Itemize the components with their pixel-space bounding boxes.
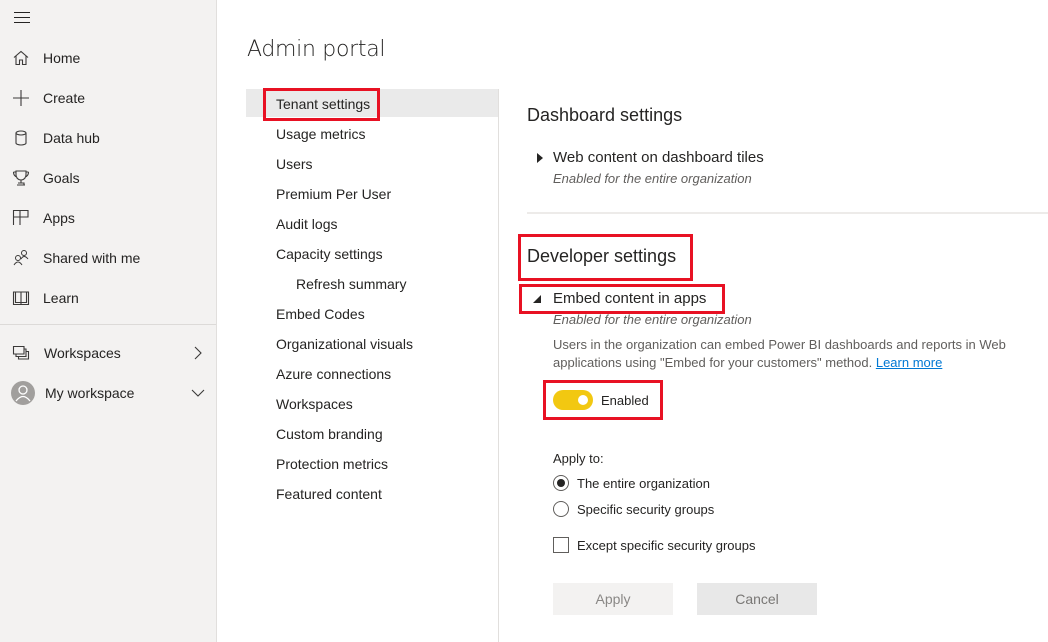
nav-item-data-hub[interactable]: Data hub <box>0 118 216 158</box>
caret-down-icon <box>533 295 541 303</box>
workspaces-icon <box>12 345 30 360</box>
admin-menu-item-workspaces[interactable]: Workspaces <box>246 389 498 419</box>
nav-item-shared-with-me[interactable]: Shared with me <box>0 238 216 278</box>
admin-menu-item-custom-branding[interactable]: Custom branding <box>246 419 498 449</box>
menu-label: Premium Per User <box>276 186 392 202</box>
plus-icon <box>13 90 29 106</box>
developer-settings-title: Developer settings <box>527 246 677 266</box>
enabled-toggle[interactable] <box>553 390 593 410</box>
setting-status: Enabled for the entire organization <box>553 171 752 186</box>
admin-menu-item-azure-connections[interactable]: Azure connections <box>246 359 498 389</box>
menu-label: Capacity settings <box>276 246 383 262</box>
admin-menu-item-usage-metrics[interactable]: Usage metrics <box>246 119 498 149</box>
nav-label: Learn <box>43 290 79 306</box>
admin-menu-item-premium-per-user[interactable]: Premium Per User <box>246 179 498 209</box>
nav-label: Goals <box>43 170 80 186</box>
nav-item-learn[interactable]: Learn <box>0 278 216 318</box>
setting-description: Users in the organization can embed Powe… <box>553 336 1043 372</box>
nav-label: Create <box>43 90 86 106</box>
menu-label: Custom branding <box>276 426 383 442</box>
nav-item-my-workspace[interactable]: My workspace <box>0 373 216 413</box>
apply-button[interactable]: Apply <box>553 583 673 615</box>
admin-menu-item-protection-metrics[interactable]: Protection metrics <box>246 449 498 479</box>
setting-title: Embed content in apps <box>553 290 707 307</box>
section-divider <box>527 212 1048 214</box>
radio-specific-security-groups[interactable] <box>553 501 569 517</box>
option-label: The entire organization <box>577 476 710 491</box>
checkbox-except-specific-security-groups[interactable] <box>553 537 569 553</box>
apps-icon <box>12 209 29 225</box>
admin-menu: Tenant settings Usage metrics Users Prem… <box>246 89 499 642</box>
avatar-icon <box>11 381 35 405</box>
page-title: Admin portal <box>247 37 386 62</box>
option-label: Except specific security groups <box>577 538 756 553</box>
menu-label: Azure connections <box>276 366 392 382</box>
menu-label: Users <box>276 156 313 172</box>
setting-web-content-on-dashboard-tiles[interactable]: Web content on dashboard tiles Enabled f… <box>535 149 835 189</box>
radio-entire-organization[interactable] <box>553 475 569 491</box>
learn-more-link[interactable]: Learn more <box>876 355 942 370</box>
chevron-right-icon[interactable] <box>190 345 206 361</box>
admin-menu-item-refresh-summary[interactable]: Refresh summary <box>246 269 498 299</box>
apply-to-label: Apply to: <box>553 451 604 466</box>
dashboard-settings-title: Dashboard settings <box>527 105 683 125</box>
cancel-button[interactable]: Cancel <box>697 583 817 615</box>
nav-item-workspaces[interactable]: Workspaces <box>0 333 216 373</box>
setting-title: Web content on dashboard tiles <box>553 149 764 166</box>
toggle-label: Enabled <box>601 393 649 408</box>
tenant-settings-content: Dashboard settings Web content on dashbo… <box>500 89 1048 642</box>
database-icon <box>15 130 27 146</box>
book-icon <box>12 291 30 306</box>
toggle-knob <box>578 395 588 405</box>
option-label: Specific security groups <box>577 502 715 517</box>
menu-label: Organizational visuals <box>276 336 413 352</box>
people-icon <box>13 250 29 266</box>
admin-menu-item-organizational-visuals[interactable]: Organizational visuals <box>246 329 498 359</box>
nav-label: My workspace <box>45 385 135 401</box>
menu-label: Embed Codes <box>276 306 365 322</box>
menu-label: Refresh summary <box>296 276 407 292</box>
nav-item-apps[interactable]: Apps <box>0 198 216 238</box>
caret-right-icon <box>537 153 543 163</box>
admin-menu-item-users[interactable]: Users <box>246 149 498 179</box>
chevron-down-icon[interactable] <box>190 385 206 401</box>
admin-menu-item-tenant-settings[interactable]: Tenant settings <box>246 89 498 117</box>
left-navigation: Home Create Data hub Goals Apps Shared w… <box>0 0 217 642</box>
admin-menu-item-embed-codes[interactable]: Embed Codes <box>246 299 498 329</box>
hamburger-icon[interactable] <box>14 11 31 25</box>
menu-label: Featured content <box>276 486 382 502</box>
setting-status: Enabled for the entire organization <box>553 312 752 327</box>
menu-label: Protection metrics <box>276 456 389 472</box>
setting-embed-content-in-apps[interactable]: Embed content in apps Enabled for the en… <box>533 290 835 330</box>
admin-menu-item-audit-logs[interactable]: Audit logs <box>246 209 498 239</box>
admin-menu-item-capacity-settings[interactable]: Capacity settings <box>246 239 498 269</box>
menu-label: Audit logs <box>276 216 338 232</box>
menu-label: Tenant settings <box>276 96 371 112</box>
admin-menu-item-featured-content[interactable]: Featured content <box>246 479 498 509</box>
nav-item-create[interactable]: Create <box>0 78 216 118</box>
nav-item-goals[interactable]: Goals <box>0 158 216 198</box>
menu-label: Workspaces <box>276 396 353 412</box>
nav-label: Workspaces <box>44 345 121 361</box>
nav-item-home[interactable]: Home <box>0 38 216 78</box>
nav-divider <box>0 324 216 325</box>
home-icon <box>13 50 29 66</box>
nav-label: Home <box>43 50 81 66</box>
nav-label: Apps <box>43 210 75 226</box>
nav-label: Shared with me <box>43 250 141 266</box>
nav-label: Data hub <box>43 130 100 146</box>
trophy-icon <box>12 170 30 186</box>
menu-label: Usage metrics <box>276 126 366 142</box>
